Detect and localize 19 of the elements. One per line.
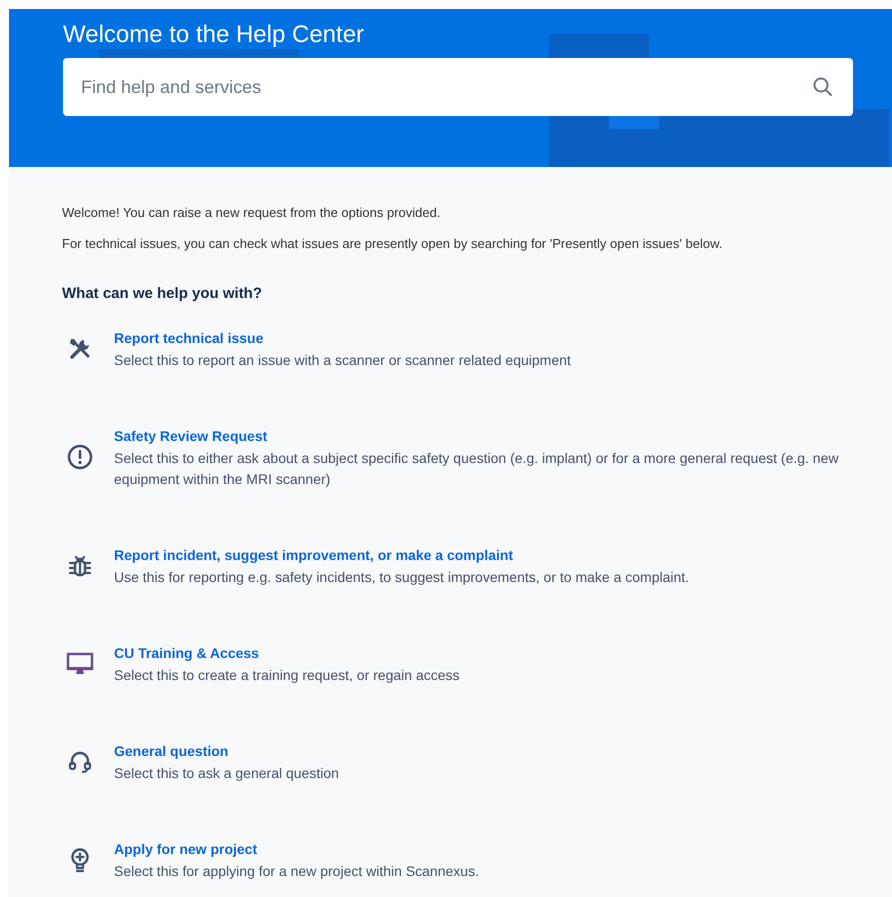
section-heading: What can we help you with?	[62, 284, 264, 304]
request-type-link[interactable]: Apply for new project	[114, 837, 258, 861]
request-type-link[interactable]: Report incident, suggest improvement, or make a complaint	[114, 543, 514, 567]
alert-icon	[66, 443, 94, 471]
search-icon[interactable]	[813, 77, 833, 97]
request-type-description: Select this to either ask about a subject specific safety question (e.g. implant) or for a more general request (e.g. new equipment within the MRI scanner)	[114, 449, 840, 489]
request-type-description: Select this to create a training request, or regain access	[114, 666, 460, 685]
intro-text: For technical issues, you can check what issues are presently open by searching for 'Presently open issues' below.	[62, 235, 724, 253]
request-type-description: Select this for applying for a new project within Scannexus.	[114, 862, 479, 881]
request-type-link[interactable]: Safety Review Request	[114, 424, 268, 448]
request-type-link[interactable]: CU Training & Access	[114, 641, 259, 665]
request-type-description: Use this for reporting e.g. safety incidents, to suggest improvements, or to make a complaint.	[114, 568, 690, 587]
search-field[interactable]: Find help and services	[63, 58, 853, 116]
page-title: Welcome to the Help Center	[63, 21, 364, 49]
request-type-description: Select this to ask a general question	[114, 764, 339, 783]
request-type-link[interactable]: General question	[114, 739, 228, 763]
request-type-link[interactable]: Report technical issue	[114, 326, 264, 350]
intro-text: Welcome! You can raise a new request from the options provided.	[62, 204, 442, 222]
request-type-description: Select this to report an issue with a scanner or scanner related equipment	[114, 351, 571, 370]
